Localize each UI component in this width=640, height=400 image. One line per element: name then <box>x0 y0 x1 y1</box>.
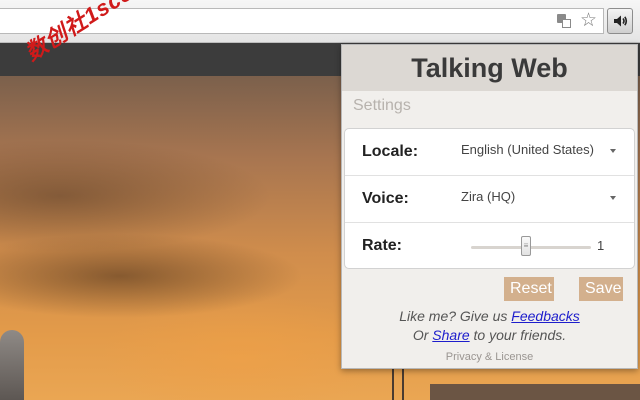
building-dome <box>0 330 24 400</box>
rate-row: Rate: ≡ 1 <box>345 223 634 270</box>
save-button[interactable]: Save <box>579 277 623 301</box>
promo-line-1: Like me? Give us Feedbacks <box>342 307 637 326</box>
share-link[interactable]: Share <box>432 327 469 343</box>
locale-label: Locale: <box>362 143 419 160</box>
talking-web-extension-button[interactable] <box>607 8 633 34</box>
bookmark-star-icon[interactable]: ☆ <box>580 11 597 30</box>
reset-button[interactable]: Reset <box>504 277 554 301</box>
promo-or: Or <box>412 327 433 343</box>
feedbacks-link[interactable]: Feedbacks <box>511 308 579 324</box>
tower-silhouette <box>392 368 404 400</box>
rate-slider-track[interactable] <box>471 246 591 249</box>
voice-select[interactable]: Zira (HQ) <box>461 189 621 204</box>
voice-row: Voice: Zira (HQ) <box>345 176 634 223</box>
voice-label: Voice: <box>362 190 409 207</box>
promo-line-2: Or Share to your friends. <box>342 326 637 345</box>
rate-label: Rate: <box>362 237 403 254</box>
talking-web-popup: Talking Web Settings Locale: English (Un… <box>341 44 638 369</box>
settings-card: Locale: English (United States) Voice: Z… <box>344 128 635 269</box>
promo-text: Like me? Give us Feedbacks Or Share to y… <box>342 307 637 345</box>
privacy-license-link[interactable]: Privacy & License <box>342 351 637 363</box>
popup-title: Talking Web <box>342 45 637 91</box>
locale-row: Locale: English (United States) <box>345 129 634 176</box>
chevron-down-icon <box>610 196 616 200</box>
locale-select[interactable]: English (United States) <box>461 142 621 157</box>
rate-value: 1 <box>597 238 605 253</box>
rate-slider-handle[interactable]: ≡ <box>521 236 531 256</box>
chevron-down-icon <box>610 149 616 153</box>
settings-heading: Settings <box>353 97 411 114</box>
translate-icon[interactable] <box>556 13 572 29</box>
promo-prefix: Like me? Give us <box>399 308 512 324</box>
speaker-icon <box>614 15 628 27</box>
city-skyline <box>430 378 640 400</box>
promo-suffix: to your friends. <box>469 327 567 343</box>
